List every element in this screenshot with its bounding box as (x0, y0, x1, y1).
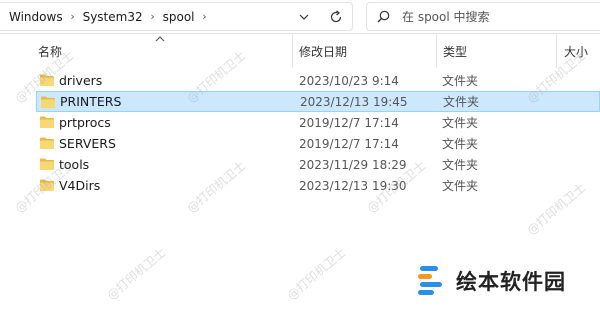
file-type: 文件夹 (442, 158, 479, 172)
file-row[interactable]: SERVERS 2019/12/7 17:14 文件夹 (36, 133, 600, 154)
column-size[interactable]: 大小 (564, 34, 588, 68)
column-header-row: 名称 修改日期 类型 大小 (0, 34, 600, 68)
address-dropdown-button[interactable] (290, 3, 318, 30)
site-logo: 绘本软件园 (418, 264, 566, 298)
folder-icon (40, 74, 54, 86)
breadcrumb-windows[interactable]: Windows (6, 10, 66, 24)
watermark: @打印机卫士 (104, 245, 169, 303)
logo-icon (418, 266, 442, 295)
watermark: @打印机卫士 (284, 245, 349, 303)
address-bar[interactable]: Windows › System32 › spool › (0, 2, 353, 31)
file-row[interactable]: V4Dirs 2023/12/13 19:30 文件夹 (36, 175, 600, 196)
column-type-label: 类型 (443, 44, 468, 59)
file-date: 2023/12/13 19:45 (300, 94, 408, 109)
file-row[interactable]: drivers 2023/10/23 9:14 文件夹 (36, 70, 600, 91)
chevron-right-icon[interactable]: › (66, 10, 80, 23)
file-name[interactable]: V4Dirs (59, 178, 100, 193)
file-name[interactable]: drivers (59, 73, 102, 88)
file-date: 2019/12/7 17:14 (299, 136, 399, 151)
file-type: 文件夹 (442, 179, 479, 193)
file-name[interactable]: prtprocs (59, 115, 111, 130)
refresh-icon (330, 9, 342, 22)
column-type[interactable]: 类型 (443, 34, 467, 68)
chevron-down-icon (299, 14, 309, 20)
folder-icon (40, 179, 54, 191)
file-name[interactable]: PRINTERS (60, 94, 121, 109)
breadcrumb-system32[interactable]: System32 (80, 10, 146, 24)
column-name-label: 名称 (38, 44, 63, 59)
file-name[interactable]: tools (59, 157, 89, 172)
column-date-label: 修改日期 (299, 44, 348, 59)
file-date: 2019/12/7 17:14 (299, 115, 399, 130)
file-date: 2023/10/23 9:14 (299, 73, 399, 88)
file-date: 2023/11/29 18:29 (299, 157, 407, 172)
file-name[interactable]: SERVERS (59, 136, 116, 151)
file-row[interactable]: tools 2023/11/29 18:29 文件夹 (36, 154, 600, 175)
sort-up-icon (155, 36, 165, 42)
file-date: 2023/12/13 19:30 (299, 178, 407, 193)
chevron-right-icon[interactable]: › (198, 10, 212, 23)
chevron-right-icon[interactable]: › (146, 10, 160, 23)
search-placeholder[interactable]: 在 spool 中搜索 (402, 8, 490, 25)
search-box[interactable]: 在 spool 中搜索 (366, 2, 600, 31)
column-date[interactable]: 修改日期 (299, 34, 347, 68)
file-type: 文件夹 (443, 95, 480, 109)
refresh-button[interactable] (322, 3, 350, 30)
file-type: 文件夹 (442, 116, 479, 130)
folder-icon (40, 116, 54, 128)
column-divider[interactable] (292, 34, 293, 68)
file-type: 文件夹 (442, 74, 479, 88)
toolbar: Windows › System32 › spool › 在 spool 中搜索 (0, 0, 600, 34)
folder-icon (41, 96, 55, 108)
file-type: 文件夹 (442, 137, 479, 151)
column-name[interactable]: 名称 (38, 34, 62, 68)
folder-icon (40, 158, 54, 170)
logo-text: 绘本软件园 (456, 270, 566, 294)
folder-icon (40, 137, 54, 149)
breadcrumb-spool[interactable]: spool (160, 10, 198, 24)
column-divider[interactable] (436, 34, 437, 68)
file-row[interactable]: prtprocs 2019/12/7 17:14 文件夹 (36, 112, 600, 133)
file-row[interactable]: PRINTERS 2023/12/13 19:45 文件夹 (36, 91, 600, 112)
column-divider[interactable] (556, 34, 557, 68)
search-icon (377, 10, 390, 23)
column-size-label: 大小 (564, 44, 589, 59)
